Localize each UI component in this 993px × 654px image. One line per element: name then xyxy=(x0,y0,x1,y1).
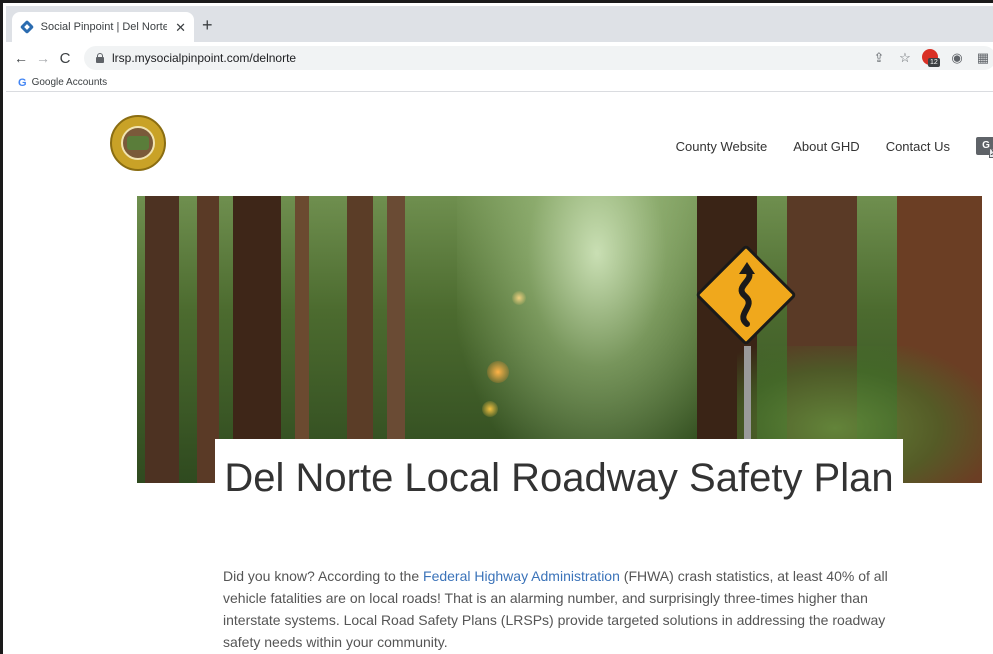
nav-county-website[interactable]: County Website xyxy=(676,139,768,154)
page-title: Del Norte Local Roadway Safety Plan xyxy=(224,456,894,500)
calendar-extension-icon[interactable]: ▦ xyxy=(970,50,993,66)
address-bar[interactable]: lrsp.mysocialpinpoint.com/delnorte ⇪ ☆ 1… xyxy=(84,46,993,70)
county-seal-logo[interactable] xyxy=(110,115,166,171)
new-tab-button[interactable]: + xyxy=(202,16,213,34)
site-nav: County Website About GHD Contact Us G 文 xyxy=(676,137,993,158)
browser-toolbar: ← → C lrsp.mysocialpinpoint.com/delnorte… xyxy=(6,42,993,74)
url-text[interactable]: lrsp.mysocialpinpoint.com/delnorte xyxy=(112,51,296,65)
intro-paragraph: Did you know? According to the Federal H… xyxy=(223,565,903,653)
bookmarks-bar: G Google Accounts xyxy=(6,74,993,92)
close-tab-icon[interactable]: ✕ xyxy=(175,21,186,34)
extension-badge-icon[interactable]: 12 xyxy=(922,49,940,67)
bookmark-google-accounts[interactable]: Google Accounts xyxy=(32,77,108,88)
browser-tab[interactable]: Social Pinpoint | Del Norte LRSP ✕ xyxy=(12,12,194,42)
nav-about-ghd[interactable]: About GHD xyxy=(793,139,859,154)
title-card: Del Norte Local Roadway Safety Plan xyxy=(215,439,903,579)
toolbar-icons: ⇪ ☆ 12 ◉ ▦ xyxy=(866,46,993,70)
extension-icon[interactable]: ◉ xyxy=(944,50,970,66)
fhwa-link[interactable]: Federal Highway Administration xyxy=(423,568,620,584)
nav-contact-us[interactable]: Contact Us xyxy=(886,139,950,154)
intro-text-before: Did you know? According to the xyxy=(223,568,424,584)
curve-road-sign-icon xyxy=(695,244,797,346)
forward-button[interactable]: → xyxy=(32,50,54,66)
google-g-icon: G xyxy=(18,76,27,89)
share-icon[interactable]: ⇪ xyxy=(866,50,892,66)
social-pinpoint-favicon-icon xyxy=(19,19,35,35)
bookmark-star-icon[interactable]: ☆ xyxy=(892,50,918,66)
back-button[interactable]: ← xyxy=(10,50,32,66)
lock-icon[interactable] xyxy=(96,53,104,63)
page-content: County Website About GHD Contact Us G 文 xyxy=(6,93,993,654)
browser-window: Social Pinpoint | Del Norte LRSP ✕ + ← →… xyxy=(0,0,993,654)
reload-button[interactable]: C xyxy=(54,50,76,67)
tab-strip: Social Pinpoint | Del Norte LRSP ✕ + xyxy=(6,6,993,42)
google-translate-icon[interactable]: G 文 xyxy=(976,137,993,158)
tab-title: Social Pinpoint | Del Norte LRSP xyxy=(40,21,168,33)
extension-badge-count: 12 xyxy=(928,58,940,67)
